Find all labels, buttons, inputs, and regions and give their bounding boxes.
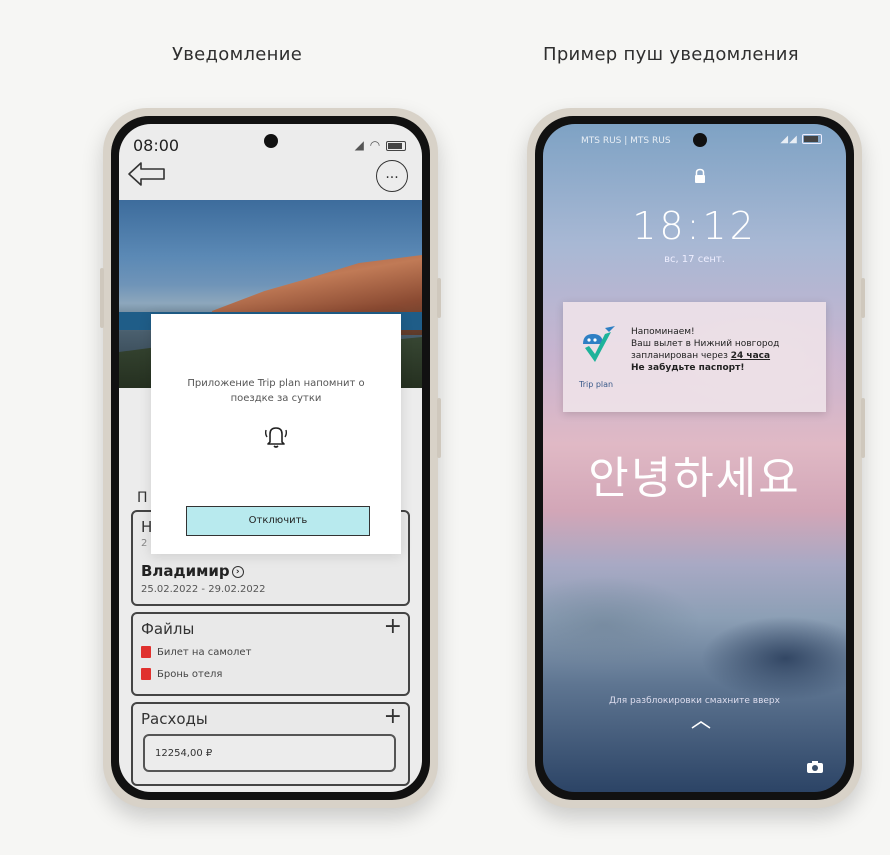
trip-plan-logo-icon	[583, 326, 615, 362]
push-notification[interactable]: Trip plan Напоминаем! Ваш вылет в Нижний…	[563, 302, 826, 412]
trip-city-label: Владимир	[141, 562, 230, 580]
caption-push-example: Пример пуш уведомления	[543, 44, 799, 65]
notification-line: запланирован через 24 часа	[631, 350, 820, 362]
expenses-title: Расходы	[141, 710, 208, 728]
pdf-icon	[141, 668, 151, 680]
disable-button[interactable]: Отключить	[186, 506, 370, 536]
notification-emphasis: 24 часа	[730, 351, 771, 361]
phone-mockup-left: 08:00 ◢ ◠ ... ♙◔◇ П Н 2	[100, 108, 441, 808]
front-camera	[264, 134, 278, 148]
phone-screen: 08:00 ◢ ◠ ... ♙◔◇ П Н 2	[119, 124, 422, 792]
notification-text: запланирован через	[631, 351, 731, 361]
notification-app-name: Trip plan	[579, 380, 614, 389]
section-heading: П	[137, 490, 148, 506]
back-arrow-icon[interactable]	[127, 160, 167, 188]
carrier-label: MTS RUS | MTS RUS	[581, 136, 671, 146]
notification-bold: Не забудьте паспорт!	[631, 363, 745, 373]
trip-subtitle: 2	[141, 538, 148, 549]
side-button	[861, 278, 865, 318]
status-time: 08:00	[133, 136, 180, 155]
file-label: Бронь отеля	[157, 669, 223, 680]
expenses-card: Расходы + 12254,00 ₽	[131, 702, 410, 786]
signal-icon: ◢	[354, 138, 365, 152]
trip-city: Владимир ›	[141, 562, 244, 580]
front-camera	[693, 133, 707, 147]
modal-message: Приложение Trip plan напомнит о поездке …	[187, 378, 365, 404]
battery-icon	[386, 140, 406, 151]
notification-line: Напоминаем!	[631, 327, 695, 337]
status-icons: ◢◢	[780, 134, 822, 145]
notification-body: Напоминаем! Ваш вылет в Нижний новгород …	[631, 326, 820, 374]
swipe-hint: Для разблокировки смахните вверх	[609, 696, 780, 706]
lock-greeting: 안녕하세요	[588, 453, 801, 504]
file-label: Билет на самолет	[157, 647, 252, 658]
add-expense-button[interactable]: +	[384, 706, 402, 728]
notification-line: Ваш вылет в Нижний новгород	[631, 339, 780, 349]
phone-mockup-right: MTS RUS | MTS RUS ◢◢ 18:12 вс, 17 сент.	[527, 108, 865, 808]
notification-modal: Приложение Trip plan напомнит о поездке …	[151, 314, 401, 554]
more-button[interactable]: ...	[376, 160, 408, 192]
files-card: Файлы + Билет на самолет Бронь отеля	[131, 612, 410, 696]
side-button	[437, 278, 441, 318]
lock-date: вс, 17 сент.	[664, 254, 725, 265]
lock-screen: MTS RUS | MTS RUS ◢◢ 18:12 вс, 17 сент.	[543, 124, 846, 792]
side-button	[437, 398, 441, 458]
notification-line: Не забудьте паспорт!	[631, 362, 820, 374]
bell-icon	[264, 427, 288, 448]
file-item[interactable]: Билет на самолет	[141, 646, 251, 658]
add-file-button[interactable]: +	[384, 616, 402, 638]
trip-dates: 25.02.2022 - 29.02.2022	[141, 584, 266, 595]
lock-icon	[695, 168, 705, 183]
chevron-right-icon[interactable]: ›	[231, 565, 244, 578]
side-button	[100, 268, 104, 328]
chevron-up-icon[interactable]	[690, 720, 712, 730]
phone-frame: MTS RUS | MTS RUS ◢◢ 18:12 вс, 17 сент.	[535, 116, 854, 800]
caption-notification: Уведомление	[172, 44, 303, 65]
file-item[interactable]: Бронь отеля	[141, 668, 222, 680]
camera-icon[interactable]	[806, 760, 824, 774]
status-icons: ◢ ◠	[355, 138, 406, 152]
side-button	[861, 398, 865, 458]
battery-icon	[802, 134, 822, 144]
pdf-icon	[141, 646, 151, 658]
expense-amount-field[interactable]: 12254,00 ₽	[143, 734, 396, 772]
wifi-icon: ◠	[369, 138, 382, 152]
lock-clock: 18:12	[632, 204, 757, 248]
files-title: Файлы	[141, 620, 195, 638]
signal-icon: ◢◢	[780, 134, 798, 145]
phone-frame: 08:00 ◢ ◠ ... ♙◔◇ П Н 2	[111, 116, 430, 800]
